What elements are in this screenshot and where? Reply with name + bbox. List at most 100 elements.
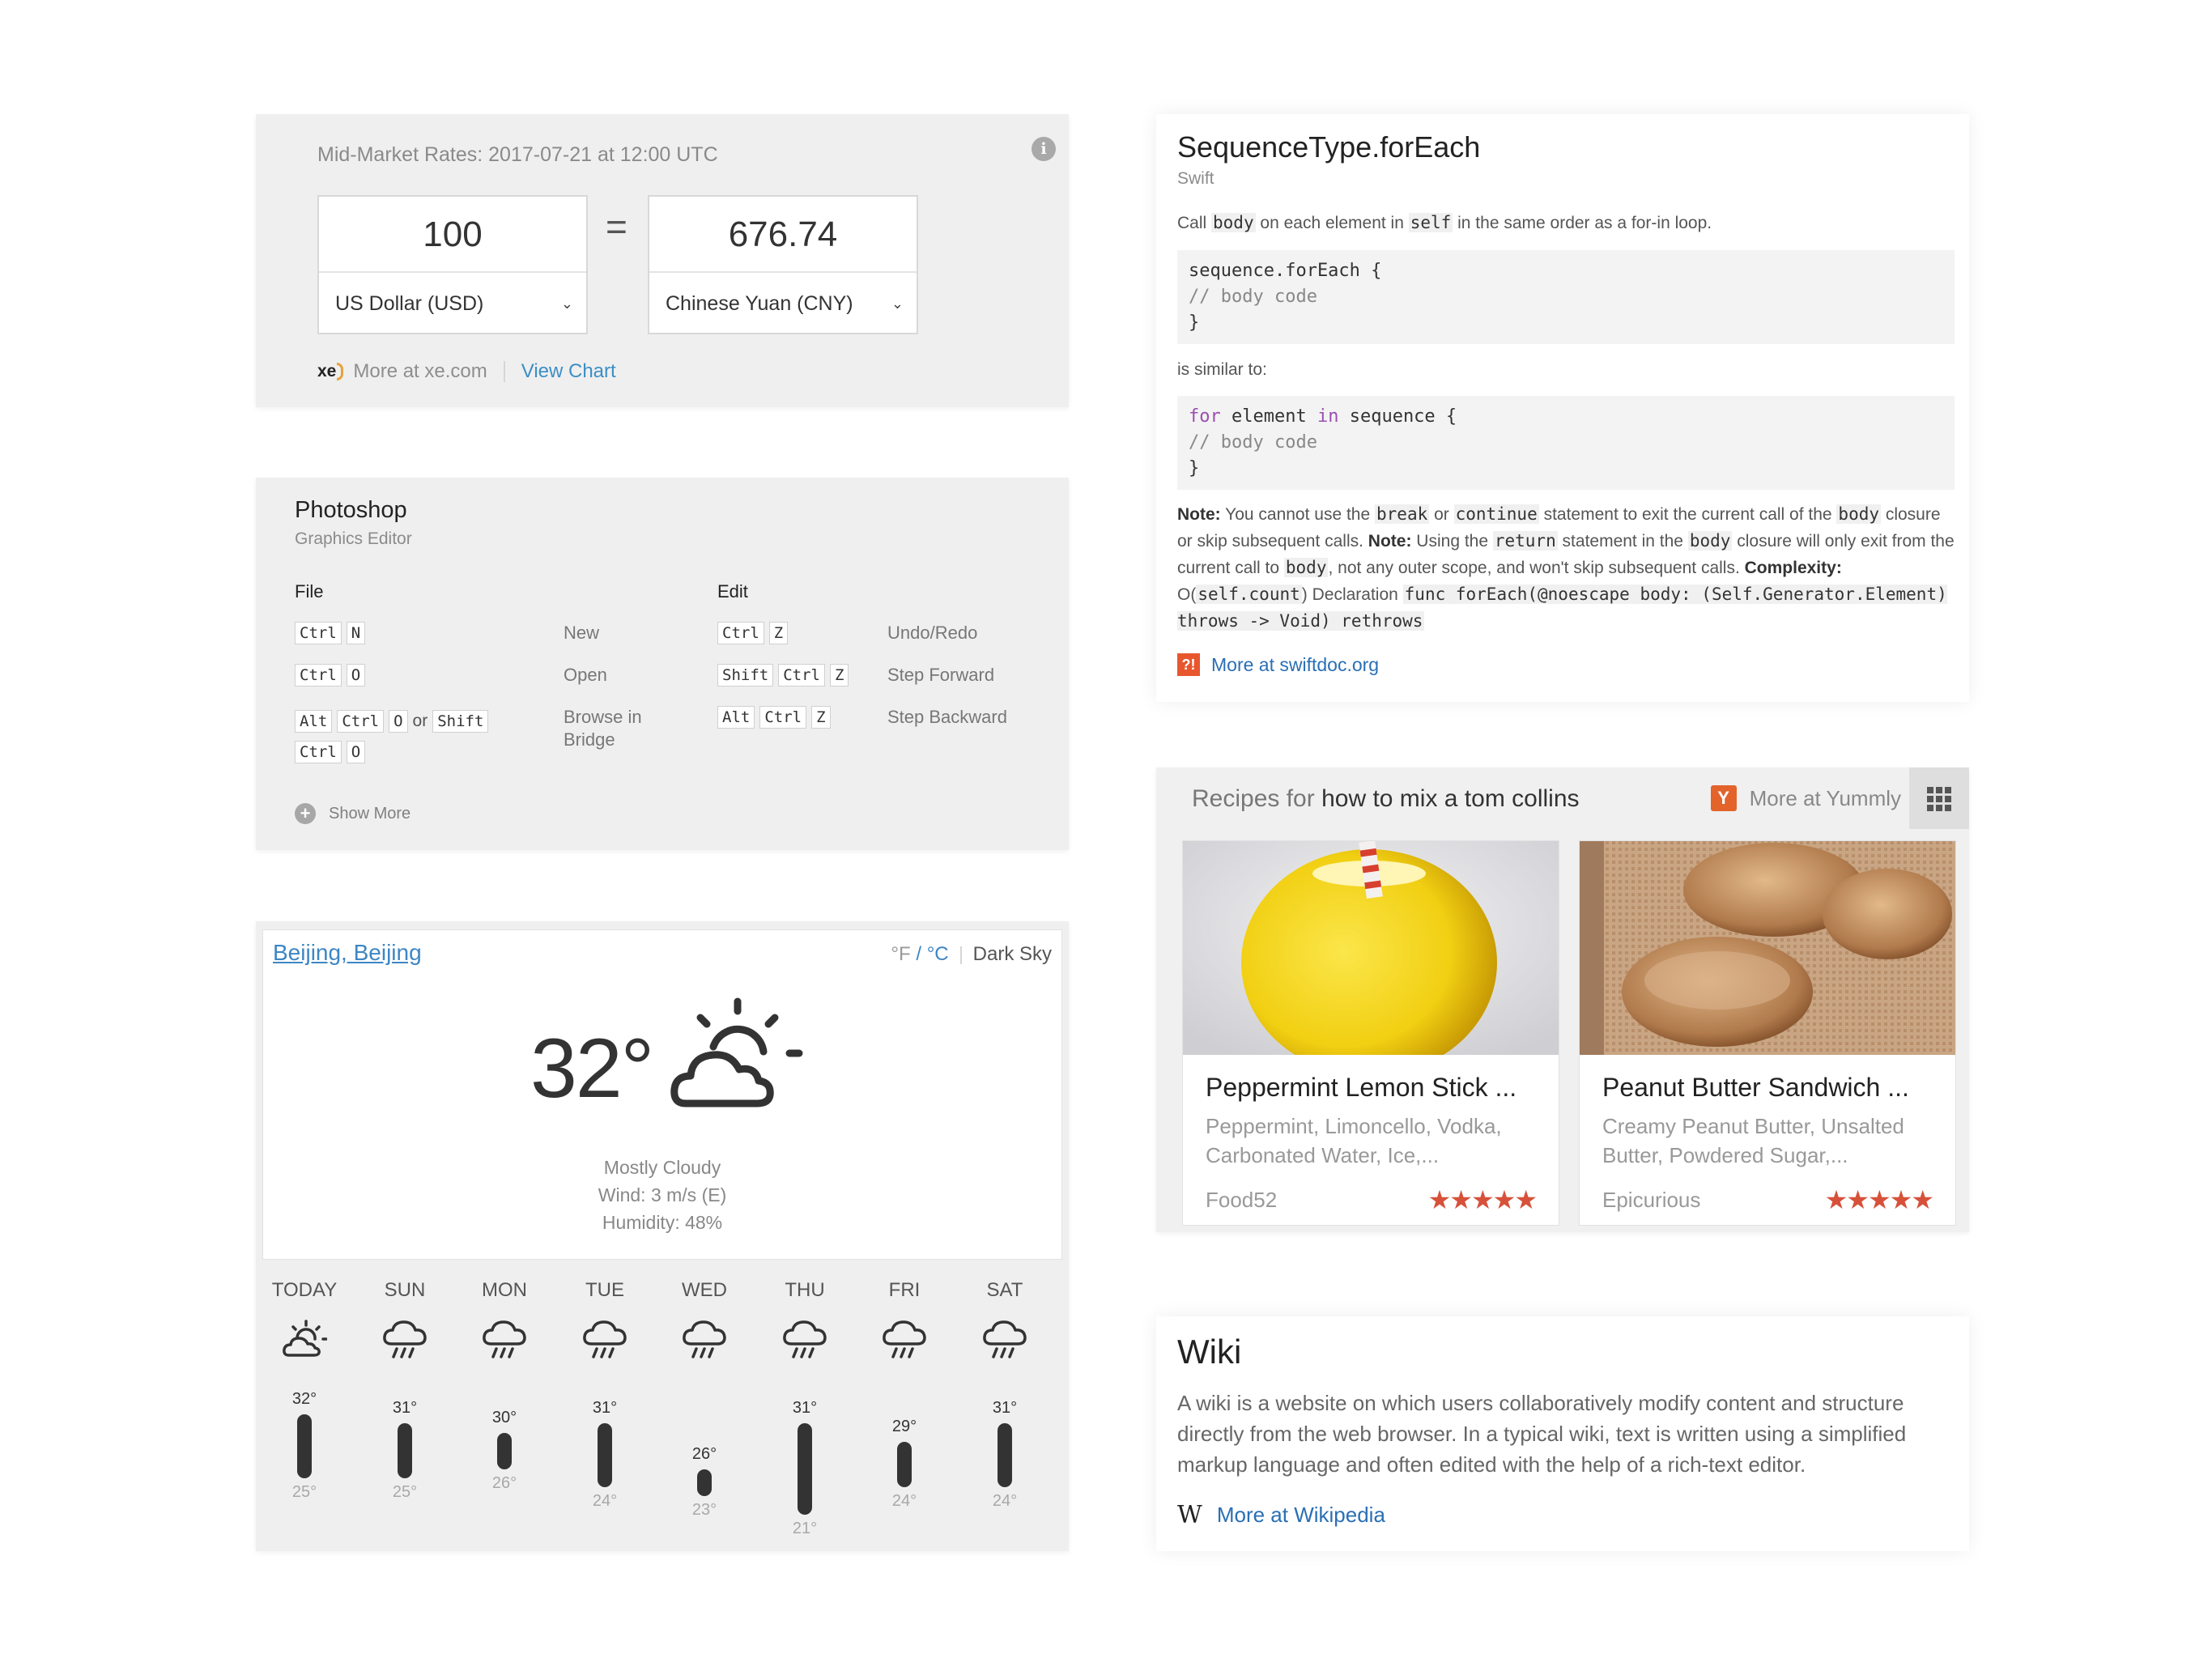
- info-icon[interactable]: i: [1032, 137, 1056, 161]
- app-title: Photoshop: [295, 497, 407, 523]
- rain-icon: [456, 1320, 553, 1360]
- forecast-high-temp: 26°: [691, 1444, 717, 1463]
- doc-note: Note: You cannot use the break or contin…: [1177, 504, 1955, 631]
- key: Z: [811, 706, 831, 729]
- from-amount-input[interactable]: 100: [319, 197, 586, 273]
- rates-title: Mid-Market Rates: 2017-07-21 at 12:00 UT…: [317, 143, 718, 166]
- plus-icon: +: [295, 803, 316, 824]
- wikipedia-link[interactable]: W More at Wikipedia: [1177, 1501, 1385, 1529]
- forecast-low-temp: 24°: [891, 1492, 917, 1511]
- grid-view-button[interactable]: [1909, 767, 1969, 829]
- forecast-temp-range-bar: [398, 1423, 412, 1478]
- recipe-title: Peppermint Lemon Stick ...: [1206, 1073, 1517, 1102]
- divider: [503, 361, 505, 382]
- or-text: or: [412, 712, 428, 730]
- forecast-high-temp: 29°: [891, 1417, 917, 1435]
- show-more-label: Show More: [329, 804, 411, 823]
- forecast-day[interactable]: MON: [456, 1279, 553, 1360]
- swiftdoc-link[interactable]: ?! More at swiftdoc.org: [1177, 653, 1379, 676]
- recipe-source: Food52: [1206, 1188, 1278, 1212]
- key: N: [346, 622, 366, 644]
- view-chart-link[interactable]: View Chart: [521, 360, 616, 383]
- forecast-day[interactable]: THU: [756, 1279, 853, 1360]
- wikipedia-logo-icon: W: [1177, 1501, 1202, 1529]
- chevron-down-icon: ⌄: [560, 295, 573, 312]
- wiki-card: Wiki A wiki is a website on which users …: [1156, 1316, 1969, 1551]
- forecast-day-name: TODAY: [271, 1279, 338, 1301]
- code-block-for-in: for element in sequence { // body code }: [1177, 396, 1955, 490]
- star-rating: ★★★★★: [1427, 1185, 1538, 1214]
- unit-toggle[interactable]: °F / °C Dark Sky: [891, 943, 1052, 966]
- unit-c[interactable]: °C: [927, 943, 949, 965]
- shortcut-desc-step-backward: Step Backward: [887, 707, 1007, 727]
- partly-cloudy-icon: [256, 1320, 353, 1360]
- forecast-day[interactable]: SUN: [356, 1279, 453, 1360]
- forecast-day[interactable]: SAT: [956, 1279, 1053, 1360]
- recipes-heading: Recipes for how to mix a tom collins: [1192, 785, 1580, 812]
- from-currency-select[interactable]: US Dollar (USD) ⌄: [319, 273, 586, 334]
- key: Alt: [295, 710, 333, 733]
- photoshop-shortcuts: Photoshop Graphics Editor File Edit Ctrl…: [256, 478, 1069, 850]
- to-currency-box: 676.74 Chinese Yuan (CNY) ⌄: [648, 195, 918, 334]
- key: Ctrl: [717, 622, 764, 644]
- forecast-low-temp: 25°: [291, 1482, 317, 1501]
- star-rating: ★★★★★: [1824, 1185, 1934, 1214]
- shortcut-keys-step-forward: Shift Ctrl Z: [717, 664, 853, 687]
- forecast-temp-range-bar: [598, 1423, 612, 1488]
- partly-cloudy-icon: [668, 997, 806, 1122]
- unit-f[interactable]: °F: [891, 943, 910, 965]
- forecast-day[interactable]: TUE: [556, 1279, 653, 1360]
- key: O: [389, 710, 408, 733]
- grid-icon: [1927, 787, 1951, 811]
- yummly-link-label: More at Yummly: [1749, 785, 1901, 810]
- from-currency-box: 100 US Dollar (USD) ⌄: [317, 195, 588, 334]
- shortcut-desc-bridge: Browse in Bridge: [564, 707, 642, 750]
- forecast-high-temp: 31°: [792, 1399, 818, 1418]
- chevron-down-icon: ⌄: [891, 295, 904, 312]
- forecast-day[interactable]: FRI: [856, 1279, 953, 1360]
- forecast-day-name: TUE: [585, 1279, 624, 1301]
- doc-intro: Call body on each element in self in the…: [1177, 213, 1712, 232]
- app-subtitle: Graphics Editor: [295, 529, 412, 548]
- show-more-button[interactable]: + Show More: [295, 803, 410, 824]
- forecast-day[interactable]: WED: [656, 1279, 753, 1360]
- key: O: [346, 741, 366, 763]
- doc-title: SequenceType.forEach: [1177, 130, 1481, 164]
- weather-source[interactable]: Dark Sky: [973, 943, 1052, 965]
- forecast-temp-range-bar: [897, 1441, 912, 1488]
- recipe-card[interactable]: Peanut Butter Sandwich ... Creamy Peanut…: [1579, 840, 1956, 1226]
- yummly-link[interactable]: Y More at Yummly: [1710, 785, 1901, 811]
- forecast-day[interactable]: TODAY: [256, 1279, 353, 1360]
- forecast-low-temp: 24°: [592, 1492, 618, 1511]
- xe-logo-icon: xe: [317, 362, 344, 381]
- shortcut-desc-undo: Undo/Redo: [887, 623, 978, 643]
- weather-widget: Beijing, Beijing °F / °C Dark Sky 32° Mos…: [256, 921, 1069, 1551]
- key: Ctrl: [759, 706, 807, 729]
- recipe-image-cookies: [1580, 841, 1955, 1055]
- forecast-temp-range-bar: [297, 1414, 312, 1478]
- rain-icon: [756, 1320, 853, 1360]
- to-currency-select[interactable]: Chinese Yuan (CNY) ⌄: [649, 273, 917, 334]
- shortcut-keys-undo: Ctrl Z: [717, 622, 793, 644]
- key: Z: [768, 622, 789, 644]
- shortcut-desc-open: Open: [564, 665, 607, 685]
- wind-text: Wind: 3 m/s (E): [598, 1184, 727, 1205]
- doc-language: Swift: [1177, 169, 1214, 188]
- forecast-high-temp: 31°: [392, 1399, 418, 1418]
- wikipedia-link-label: More at Wikipedia: [1216, 1503, 1385, 1527]
- currency-footer: xe More at xe.com View Chart: [317, 360, 616, 383]
- shortcut-keys-new: Ctrl N: [295, 622, 370, 644]
- file-header: File: [295, 581, 324, 602]
- recipes-widget: Recipes for how to mix a tom collins Y M…: [1156, 767, 1969, 1232]
- key: Ctrl: [295, 622, 342, 644]
- city-link[interactable]: Beijing, Beijing: [273, 940, 422, 966]
- xe-source-link[interactable]: More at xe.com: [353, 360, 487, 383]
- forecast-low-temp: 23°: [691, 1501, 717, 1520]
- forecast-low-temp: 24°: [992, 1492, 1018, 1511]
- key: Alt: [717, 706, 755, 729]
- wiki-title: Wiki: [1177, 1333, 1242, 1371]
- recipe-card[interactable]: Peppermint Lemon Stick ... Peppermint, L…: [1182, 840, 1559, 1226]
- doc-similar: is similar to:: [1177, 360, 1267, 379]
- forecast-low-temp: 21°: [792, 1519, 818, 1537]
- to-amount-input[interactable]: 676.74: [649, 197, 917, 273]
